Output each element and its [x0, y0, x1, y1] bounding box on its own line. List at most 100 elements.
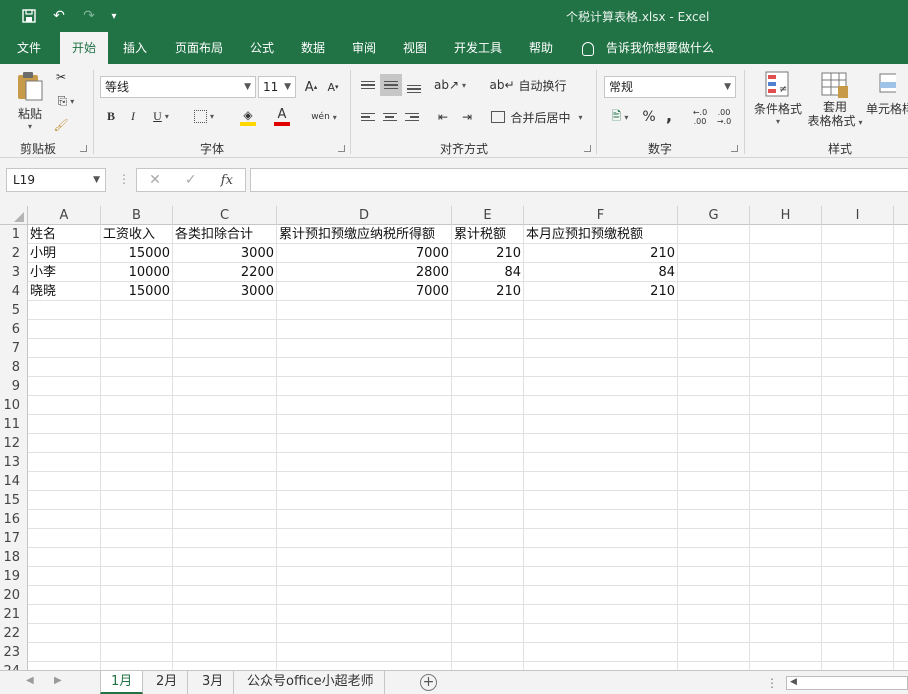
cell-b11[interactable] — [101, 415, 173, 434]
cancel-icon[interactable]: ✕ — [149, 172, 161, 188]
cell-d24[interactable] — [277, 662, 452, 670]
cell-a13[interactable] — [28, 453, 101, 472]
cell-a16[interactable] — [28, 510, 101, 529]
cell-f11[interactable] — [524, 415, 678, 434]
cell-c5[interactable] — [173, 301, 277, 320]
sheet-tab-office[interactable]: 公众号office小超老师 — [237, 671, 385, 694]
cell-b3[interactable]: 10000 — [101, 263, 173, 282]
column-header-h[interactable]: H — [750, 206, 822, 225]
bold-button[interactable]: B — [104, 106, 118, 126]
cell-i9[interactable] — [822, 377, 894, 396]
cell-b18[interactable] — [101, 548, 173, 567]
cell-i3[interactable] — [822, 263, 894, 282]
tab-help[interactable]: 帮助 — [529, 32, 553, 64]
cell-c16[interactable] — [173, 510, 277, 529]
cell-a2[interactable]: 小明 — [28, 244, 101, 263]
cell-g14[interactable] — [678, 472, 750, 491]
cell-g6[interactable] — [678, 320, 750, 339]
tab-insert[interactable]: 插入 — [123, 32, 147, 64]
cell-b20[interactable] — [101, 586, 173, 605]
cell-b4[interactable]: 15000 — [101, 282, 173, 301]
cell-g8[interactable] — [678, 358, 750, 377]
phonetic-button[interactable]: wén ▾ — [308, 106, 340, 128]
cell-e2[interactable]: 210 — [452, 244, 524, 263]
cell-d20[interactable] — [277, 586, 452, 605]
cell-i2[interactable] — [822, 244, 894, 263]
row-header[interactable]: 21 — [0, 605, 28, 624]
cell-e7[interactable] — [452, 339, 524, 358]
cell-e3[interactable]: 84 — [452, 263, 524, 282]
cell-i4[interactable] — [822, 282, 894, 301]
cell-g22[interactable] — [678, 624, 750, 643]
cell-h12[interactable] — [750, 434, 822, 453]
sheet-tab-jan[interactable]: 1月 — [100, 671, 144, 694]
cell-b17[interactable] — [101, 529, 173, 548]
cell-d22[interactable] — [277, 624, 452, 643]
column-header-i[interactable]: I — [822, 206, 894, 225]
cell-e18[interactable] — [452, 548, 524, 567]
cell-h18[interactable] — [750, 548, 822, 567]
cell-e9[interactable] — [452, 377, 524, 396]
cell-g17[interactable] — [678, 529, 750, 548]
cell-e5[interactable] — [452, 301, 524, 320]
orientation-button[interactable]: ab↗ ▾ — [434, 74, 466, 96]
cell-i13[interactable] — [822, 453, 894, 472]
cell-d4[interactable]: 7000 — [277, 282, 452, 301]
cell-a18[interactable] — [28, 548, 101, 567]
row-header[interactable]: 7 — [0, 339, 28, 358]
cell-i5[interactable] — [822, 301, 894, 320]
cell-c13[interactable] — [173, 453, 277, 472]
cell-h22[interactable] — [750, 624, 822, 643]
accounting-format-button[interactable]: 🖹 ▾ — [604, 106, 636, 128]
cell-f2[interactable]: 210 — [524, 244, 678, 263]
row-header[interactable]: 12 — [0, 434, 28, 453]
cell-a6[interactable] — [28, 320, 101, 339]
cell-d16[interactable] — [277, 510, 452, 529]
tab-home[interactable]: 开始 — [60, 32, 109, 64]
row-header[interactable]: 10 — [0, 396, 28, 415]
cell-i14[interactable] — [822, 472, 894, 491]
cell-e23[interactable] — [452, 643, 524, 662]
tab-view[interactable]: 视图 — [403, 32, 427, 64]
cell-b12[interactable] — [101, 434, 173, 453]
cell-b21[interactable] — [101, 605, 173, 624]
cell-i23[interactable] — [822, 643, 894, 662]
cell-d2[interactable]: 7000 — [277, 244, 452, 263]
cell-a17[interactable] — [28, 529, 101, 548]
cell-d9[interactable] — [277, 377, 452, 396]
cell-b13[interactable] — [101, 453, 173, 472]
cell-b7[interactable] — [101, 339, 173, 358]
name-box[interactable]: L19 ▼ — [6, 168, 106, 192]
cell-b15[interactable] — [101, 491, 173, 510]
row-header[interactable]: 1 — [0, 225, 28, 244]
cell-i16[interactable] — [822, 510, 894, 529]
cell-f14[interactable] — [524, 472, 678, 491]
tab-review[interactable]: 审阅 — [352, 32, 376, 64]
cell-d17[interactable] — [277, 529, 452, 548]
cell-d19[interactable] — [277, 567, 452, 586]
cell-c21[interactable] — [173, 605, 277, 624]
cell-f1[interactable]: 本月应预扣预缴税额 — [524, 225, 678, 244]
cell-a12[interactable] — [28, 434, 101, 453]
number-format-select[interactable]: 常规 ▼ — [604, 76, 736, 98]
decrease-indent-icon[interactable]: ⇤ — [432, 106, 454, 128]
cell-f8[interactable] — [524, 358, 678, 377]
cell-d11[interactable] — [277, 415, 452, 434]
column-header-g[interactable]: G — [678, 206, 750, 225]
cell-e12[interactable] — [452, 434, 524, 453]
cell-b19[interactable] — [101, 567, 173, 586]
cell-d10[interactable] — [277, 396, 452, 415]
cell-h4[interactable] — [750, 282, 822, 301]
cell-f24[interactable] — [524, 662, 678, 670]
cell-i15[interactable] — [822, 491, 894, 510]
cell-h14[interactable] — [750, 472, 822, 491]
cell-g12[interactable] — [678, 434, 750, 453]
cell-i12[interactable] — [822, 434, 894, 453]
cell-e21[interactable] — [452, 605, 524, 624]
cell-a15[interactable] — [28, 491, 101, 510]
cell-e20[interactable] — [452, 586, 524, 605]
format-as-table-button[interactable]: 套用 表格格式 ▾ — [806, 70, 864, 134]
cell-d23[interactable] — [277, 643, 452, 662]
cell-b24[interactable] — [101, 662, 173, 670]
save-icon[interactable] — [18, 6, 40, 26]
